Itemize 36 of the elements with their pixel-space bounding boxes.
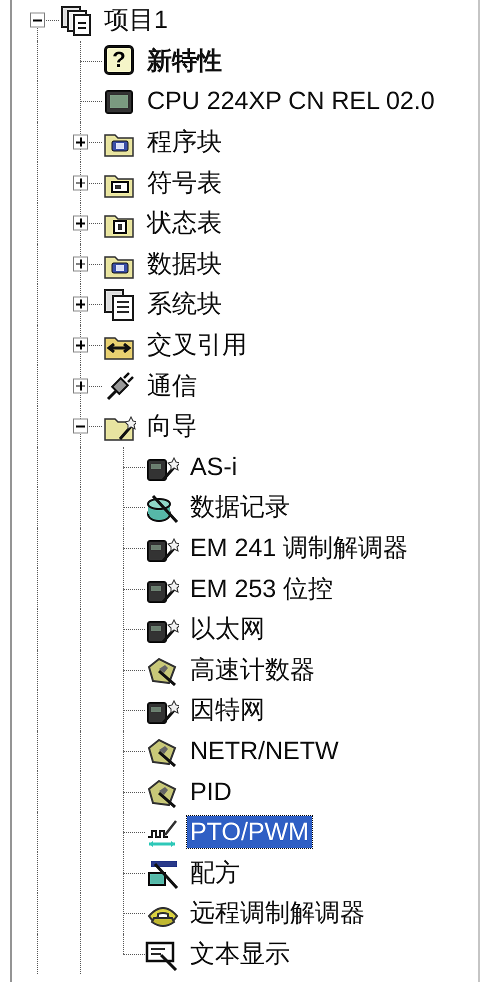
tree-item[interactable]: PID <box>187 776 235 808</box>
collapse-toggle[interactable] <box>73 418 88 434</box>
tree-item[interactable]: NETR/NETW <box>187 734 342 767</box>
tree-item[interactable]: 配方 <box>187 856 243 889</box>
tree-item[interactable]: 系统块 <box>144 288 225 320</box>
tree-item[interactable]: 符号表 <box>144 166 225 199</box>
tree-item[interactable]: EM 253 位控 <box>187 572 336 605</box>
tree-item[interactable]: AS-i <box>187 450 240 483</box>
expand-toggle[interactable] <box>73 256 88 272</box>
project-icon <box>59 3 93 38</box>
tree-item[interactable]: 文本显示 <box>187 938 293 970</box>
collapse-toggle[interactable] <box>30 12 45 28</box>
expand-toggle[interactable] <box>73 216 88 231</box>
expand-toggle[interactable] <box>73 134 88 150</box>
help-bubble-icon: ? <box>104 44 134 75</box>
tree-item[interactable]: 状态表 <box>144 207 225 240</box>
tree-item[interactable]: 高速计数器 <box>187 654 318 686</box>
tree-item[interactable]: CPU 224XP CN REL 02.0 <box>144 85 438 118</box>
tree-item[interactable]: 数据块 <box>144 248 225 280</box>
expand-toggle[interactable] <box>73 296 88 312</box>
tree-item[interactable]: 项目1 <box>101 4 171 36</box>
tree-item[interactable]: 新特性 <box>144 44 225 77</box>
tree-item[interactable]: 向导 <box>144 410 200 442</box>
tree-item[interactable]: 因特网 <box>187 694 268 726</box>
tree-item[interactable]: 交叉引用 <box>144 329 250 362</box>
tree-item[interactable]: 远程调制解调器 <box>187 897 368 930</box>
expand-toggle[interactable] <box>73 175 88 190</box>
tree-item[interactable]: PTO/PWM <box>187 816 312 848</box>
tree-item[interactable]: 程序块 <box>144 126 225 158</box>
expand-toggle[interactable] <box>73 378 88 394</box>
tree-item[interactable]: 数据记录 <box>187 491 293 524</box>
tree-item[interactable]: EM 241 调制解调器 <box>187 532 412 564</box>
expand-toggle[interactable] <box>73 338 88 353</box>
tree-item[interactable]: 通信 <box>144 370 200 402</box>
tree-item[interactable]: 以太网 <box>187 613 268 646</box>
documents-icon <box>102 287 136 322</box>
